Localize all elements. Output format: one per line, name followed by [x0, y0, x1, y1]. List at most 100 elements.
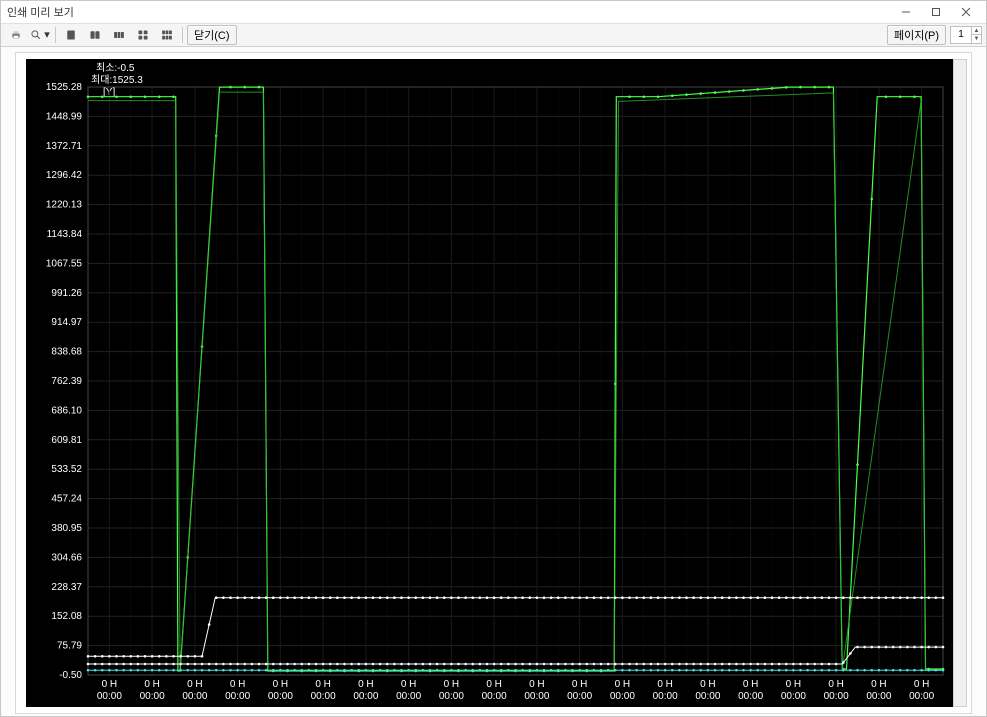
- marker: [792, 669, 795, 672]
- marker: [158, 662, 161, 665]
- page-number-value: 1: [951, 29, 971, 40]
- view-three-pages-button[interactable]: [108, 25, 130, 45]
- marker: [172, 95, 175, 98]
- marker: [536, 596, 539, 599]
- marker: [806, 662, 809, 665]
- marker: [799, 596, 802, 599]
- marker: [564, 596, 567, 599]
- marker: [628, 669, 631, 672]
- marker: [293, 596, 296, 599]
- marker: [749, 662, 752, 665]
- close-button[interactable]: [952, 3, 980, 21]
- marker: [821, 669, 824, 672]
- x-tick-label-1: 0 H: [315, 679, 331, 690]
- x-tick-label-2: 00:00: [567, 691, 592, 702]
- marker: [186, 662, 189, 665]
- marker: [913, 669, 916, 672]
- marker: [279, 662, 282, 665]
- marker: [671, 94, 674, 97]
- marker: [372, 662, 375, 665]
- view-one-page-button[interactable]: [60, 25, 82, 45]
- marker: [429, 662, 432, 665]
- view-six-pages-button[interactable]: [156, 25, 178, 45]
- page-down-arrow-icon[interactable]: ▼: [971, 35, 981, 43]
- preview-page: 최소:-0.5최대:1525.3[Y]-0.5075.79152.08228.3…: [16, 53, 971, 713]
- close-preview-button[interactable]: 닫기(C): [187, 25, 237, 45]
- marker: [194, 655, 197, 658]
- vertical-scrollbar[interactable]: [953, 59, 967, 707]
- marker: [172, 655, 175, 658]
- marker: [870, 596, 873, 599]
- print-button[interactable]: [5, 25, 27, 45]
- marker: [151, 669, 154, 672]
- marker: [251, 669, 254, 672]
- marker: [528, 669, 531, 672]
- view-four-pages-button[interactable]: [132, 25, 154, 45]
- marker: [799, 662, 802, 665]
- maximize-button[interactable]: [922, 3, 950, 21]
- marker: [215, 669, 218, 672]
- marker: [336, 669, 339, 672]
- marker: [764, 669, 767, 672]
- x-tick-label-2: 00:00: [353, 691, 378, 702]
- zoom-button[interactable]: ▾: [29, 25, 51, 45]
- marker: [806, 669, 809, 672]
- page-selector-button[interactable]: 페이지(P): [887, 25, 946, 45]
- marker: [728, 90, 731, 93]
- marker: [194, 662, 197, 665]
- x-tick-label-2: 00:00: [781, 691, 806, 702]
- marker: [571, 662, 574, 665]
- marker: [756, 669, 759, 672]
- marker: [557, 596, 560, 599]
- marker: [357, 669, 360, 672]
- marker: [785, 596, 788, 599]
- marker: [835, 596, 838, 599]
- marker: [664, 669, 667, 672]
- y-tick-label: 1067.55: [46, 258, 83, 269]
- marker: [429, 596, 432, 599]
- marker: [350, 669, 353, 672]
- marker: [913, 596, 916, 599]
- x-tick-label-2: 00:00: [97, 691, 122, 702]
- x-tick-label-1: 0 H: [401, 679, 417, 690]
- marker: [543, 596, 546, 599]
- marker: [222, 596, 225, 599]
- marker: [920, 669, 923, 672]
- marker: [215, 662, 218, 665]
- marker: [856, 463, 859, 466]
- minimize-button[interactable]: [892, 3, 920, 21]
- marker: [486, 596, 489, 599]
- marker: [265, 596, 268, 599]
- marker: [913, 95, 916, 98]
- marker: [201, 655, 204, 658]
- y-tick-label: 152.08: [51, 611, 82, 622]
- marker: [194, 669, 197, 672]
- marker: [863, 596, 866, 599]
- marker: [386, 596, 389, 599]
- marker: [165, 669, 168, 672]
- marker: [379, 669, 382, 672]
- marker: [486, 669, 489, 672]
- toolbar: ▾: [1, 24, 986, 47]
- y-tick-label: 75.79: [57, 640, 82, 651]
- marker: [699, 92, 702, 95]
- marker: [571, 596, 574, 599]
- marker: [443, 669, 446, 672]
- marker: [151, 662, 154, 665]
- marker: [94, 662, 97, 665]
- marker: [279, 669, 282, 672]
- marker: [122, 669, 125, 672]
- x-tick-label-2: 00:00: [866, 691, 891, 702]
- marker: [258, 662, 261, 665]
- page-selector-label: 페이지(P): [894, 27, 939, 43]
- page-up-arrow-icon[interactable]: ▲: [971, 27, 981, 36]
- y-tick-label: 686.10: [51, 405, 82, 416]
- marker: [885, 596, 888, 599]
- view-two-pages-button[interactable]: [84, 25, 106, 45]
- marker: [593, 596, 596, 599]
- page-number-spinner[interactable]: 1 ▲ ▼: [950, 26, 982, 44]
- marker: [806, 596, 809, 599]
- marker: [913, 645, 916, 648]
- x-tick-label-1: 0 H: [230, 679, 246, 690]
- marker: [642, 669, 645, 672]
